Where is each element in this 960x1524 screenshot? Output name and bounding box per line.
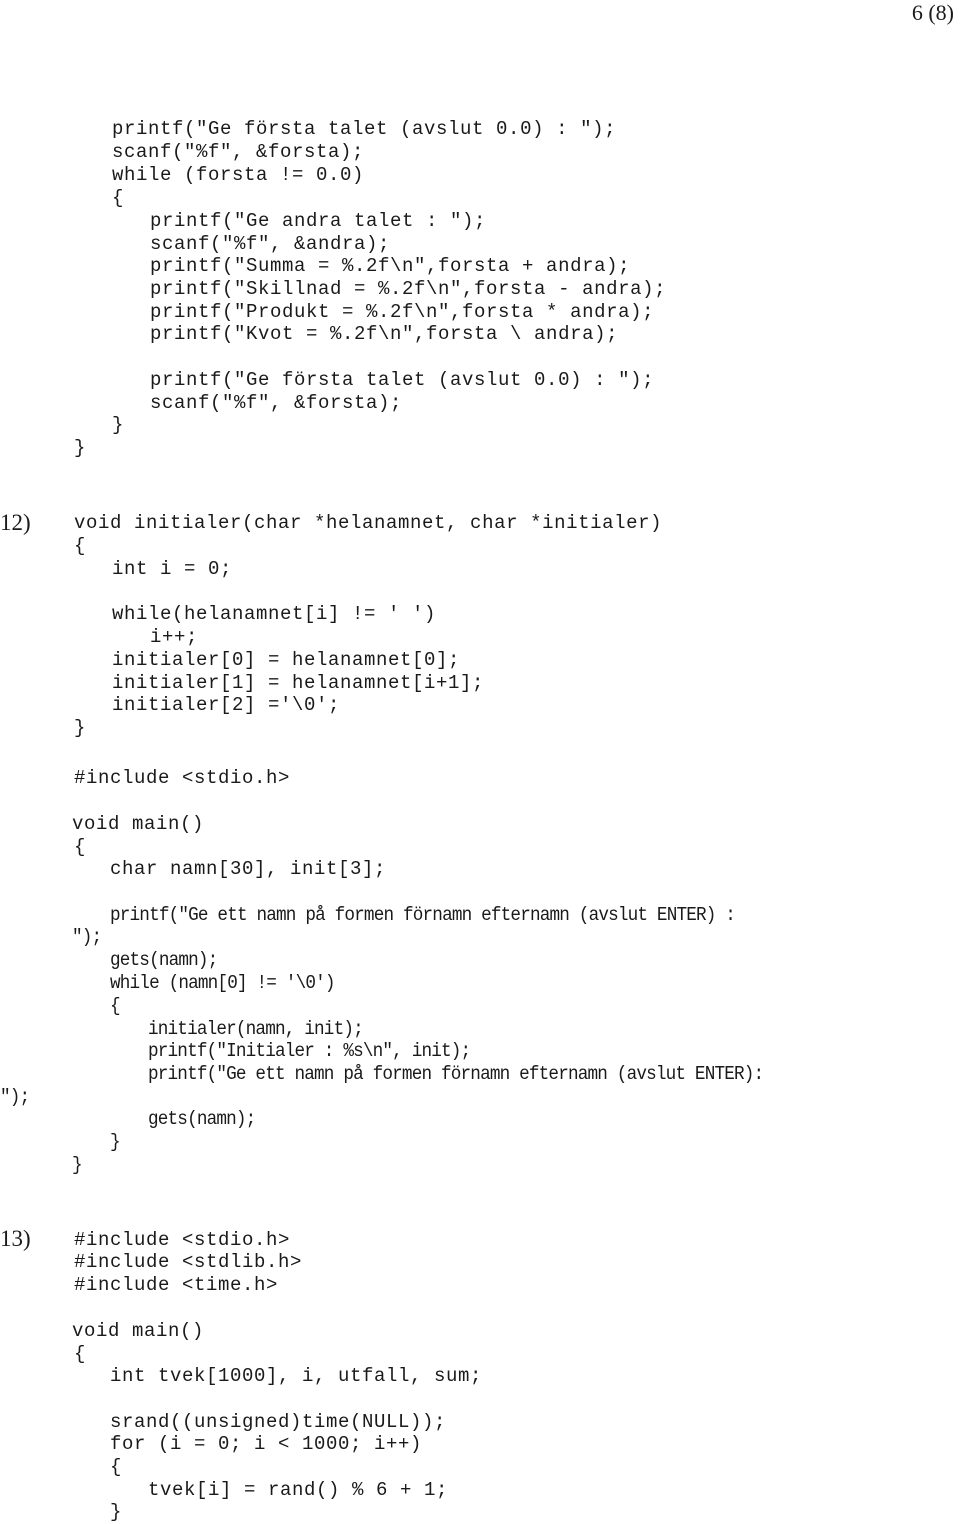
code-line: printf(″Ge andra talet : ″); [150,210,487,232]
code-line: { [74,535,87,557]
code-line: { [110,1456,123,1478]
code-line: printf(″Kvot = %.2f\n″,forsta \ andra); [150,323,619,345]
code-line: gets(namn); [148,1108,256,1130]
code-line: scanf(″%f″, &andra); [150,233,391,255]
code-line: void main() [72,813,205,835]
code-line: printf(″Ge ett namn på formen förnamn ef… [110,904,736,926]
code-line: } [74,717,87,739]
code-line: scanf(″%f″, &forsta); [112,141,365,163]
code-line: initialer[0] = helanamnet[0]; [112,649,461,671]
item-number: 12) [0,510,31,535]
code-line: tvek[i] = rand() % 6 + 1; [148,1479,449,1501]
code-line: while (forsta != 0.0) [112,164,365,186]
code-line: for (i = 0; i < 1000; i++) [110,1433,423,1455]
code-line: int i = 0; [112,558,233,580]
code-line: while (namn[0] != ′\0′) [110,972,335,994]
code-line: int tvek[1000], i, utfall, sum; [110,1365,483,1387]
code-line: printf(″Initialer : %s\n″, init); [148,1040,471,1062]
code-line: } [112,414,125,436]
code-line: void main() [72,1320,205,1342]
code-line: printf(″Produkt = %.2f\n″,forsta * andra… [150,301,655,323]
code-line: } [110,1131,121,1153]
code-line: } [72,1154,83,1176]
code-line: printf(″Ge ett namn på formen förnamn ef… [148,1063,764,1085]
item-number: 13) [0,1226,31,1251]
code-line: { [110,995,121,1017]
code-line: printf(″Ge första talet (avslut 0.0) : ″… [150,369,655,391]
code-line: printf(″Ge första talet (avslut 0.0) : ″… [112,118,617,140]
code-line: { [74,1343,87,1365]
code-line: initialer[2] =′\0′; [112,694,341,716]
code-line: printf(″Skillnad = %.2f\n″,forsta - andr… [150,278,667,300]
code-line: void initialer(char *helanamnet, char *i… [74,512,663,534]
code-line: char namn[30], init[3]; [110,858,387,880]
code-line: srand((unsigned)time(NULL)); [110,1411,447,1433]
code-line: #include <time.h> [74,1274,279,1296]
code-line: ″); [0,1086,30,1108]
code-line: #include <stdlib.h> [74,1251,303,1273]
code-line: } [74,437,87,459]
code-line: scanf(″%f″, &forsta); [150,392,403,414]
code-line: initialer[1] = helanamnet[i+1]; [112,672,485,694]
code-line: #include <stdio.h> [74,1229,291,1251]
code-line: gets(namn); [110,949,218,971]
code-line: #include <stdio.h> [74,767,291,789]
code-line: { [112,187,125,209]
code-line: i++; [150,626,199,648]
code-line: ″); [72,926,102,948]
code-line: { [74,836,87,858]
code-line: initialer(namn, init); [148,1018,364,1040]
code-line: printf(″Summa = %.2f\n″,forsta + andra); [150,255,631,277]
page-number: 6 (8) [911,0,954,25]
code-line: while(helanamnet[i] != ′ ′) [112,603,437,625]
